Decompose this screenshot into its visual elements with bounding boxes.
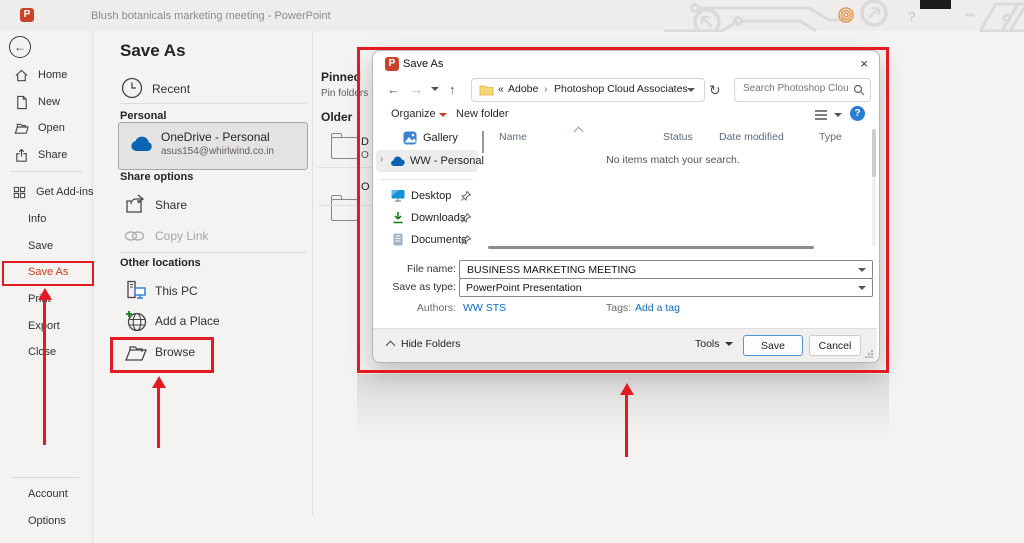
- share-options-header: Share options: [120, 171, 193, 183]
- back-icon: ←: [14, 40, 26, 54]
- open-folder-icon: [14, 121, 29, 136]
- sidebar-item-share[interactable]: Share: [14, 145, 67, 165]
- annotation-arrow-browse: [157, 387, 160, 448]
- add-place-globe-icon: [124, 309, 148, 333]
- sidebar-item-options[interactable]: Options: [28, 511, 66, 531]
- annotation-box-save-as: [2, 261, 94, 286]
- new-file-icon: [14, 95, 29, 110]
- sidebar-item-open[interactable]: Open: [14, 118, 65, 138]
- annotation-arrow-dialog: [625, 394, 628, 457]
- personal-section-header: Personal: [120, 110, 166, 122]
- powerpoint-app-icon: P: [20, 8, 34, 22]
- add-place-item[interactable]: [124, 309, 148, 333]
- folder-icon[interactable]: [331, 137, 358, 159]
- question-decoration: ?: [908, 9, 915, 24]
- copy-link-label: Copy Link: [155, 229, 208, 243]
- sidebar-divider-line: [10, 171, 82, 172]
- sidebar-item-new[interactable]: New: [14, 92, 60, 112]
- this-pc-label[interactable]: This PC: [155, 284, 198, 298]
- clock-icon: [121, 77, 143, 99]
- add-place-label[interactable]: Add a Place: [155, 314, 220, 328]
- addins-grid-icon: [12, 185, 27, 200]
- recent-item[interactable]: [121, 77, 143, 99]
- sidebar-item-info[interactable]: Info: [28, 209, 46, 229]
- folder-icon-2[interactable]: [331, 199, 358, 221]
- sidebar-item-home[interactable]: Home: [14, 65, 67, 85]
- black-rectangle-decoration: [920, 0, 951, 9]
- annotation-box-dialog: [357, 47, 889, 373]
- older-header: Older: [321, 110, 352, 124]
- onedrive-personal-item[interactable]: OneDrive - Personal asus154@whirlwind.co…: [118, 122, 308, 170]
- this-pc-item[interactable]: [124, 279, 148, 303]
- share-label[interactable]: Share: [155, 198, 187, 212]
- screen: ? P Blush botanicals marketing meeting -…: [0, 0, 1024, 543]
- pinned-header: Pinned: [321, 70, 361, 84]
- share-box-icon: [123, 193, 147, 215]
- share-icon: [14, 148, 29, 163]
- window-title: Blush botanicals marketing meeting - Pow…: [91, 10, 331, 22]
- sidebar-divider: [92, 31, 93, 543]
- sidebar-item-save[interactable]: Save: [28, 236, 53, 256]
- onedrive-email: asus154@whirlwind.co.in: [161, 146, 274, 157]
- copy-link-item[interactable]: [123, 226, 147, 246]
- annotation-box-browse: [110, 337, 214, 373]
- sidebar-footer-divider: [11, 477, 79, 478]
- sidebar-item-account[interactable]: Account: [28, 484, 68, 504]
- circuit-decoration: ?: [604, 0, 1024, 32]
- share-item[interactable]: [123, 193, 147, 215]
- annotation-arrow-save-as: [43, 299, 46, 445]
- onedrive-name: OneDrive - Personal: [161, 130, 270, 144]
- onedrive-cloud-icon: [129, 134, 155, 156]
- pane-divider-line2: [120, 252, 306, 253]
- home-icon: [14, 68, 29, 83]
- link-icon: [123, 226, 147, 246]
- this-pc-icon: [124, 279, 148, 303]
- pane-divider: [312, 31, 313, 515]
- back-button[interactable]: ←: [9, 36, 31, 58]
- pane-divider-line: [120, 103, 306, 104]
- recent-label[interactable]: Recent: [152, 82, 190, 96]
- other-locations-header: Other locations: [120, 257, 201, 269]
- sidebar-item-get-addins[interactable]: Get Add-ins: [12, 182, 93, 202]
- page-title: Save As: [120, 41, 186, 61]
